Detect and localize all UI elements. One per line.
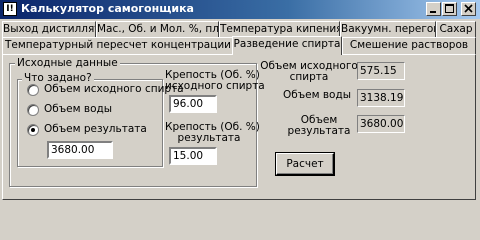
tab-vacuum-distillation[interactable]: Вакуумн. перегонка xyxy=(340,21,436,38)
window-title: Калькулятор самогонщика xyxy=(21,2,194,15)
strength-result-label-2: результата xyxy=(177,132,241,144)
radio-water-volume-label[interactable]: Объем воды xyxy=(44,103,112,115)
strength-source-input[interactable]: 96.00 xyxy=(169,95,217,113)
tab-mixing-solutions[interactable]: Смешение растворов xyxy=(342,37,476,54)
close-icon xyxy=(464,4,473,13)
calculate-button[interactable]: Расчет xyxy=(275,152,335,176)
radio-result-volume[interactable] xyxy=(27,124,39,136)
tab-panel: Исходные данные Что задано? Объем исходн… xyxy=(2,54,476,200)
tab-alcohol-dilution[interactable]: Разведение спирта xyxy=(232,36,342,55)
title-bar: I! Калькулятор самогонщика xyxy=(0,0,480,19)
minimize-button[interactable] xyxy=(426,2,441,16)
app-window: I! Калькулятор самогонщика Выход дистилл… xyxy=(0,0,480,203)
strength-source-label-2: исходного спирта xyxy=(165,80,265,92)
maximize-button[interactable] xyxy=(442,2,457,16)
water-volume-value: 3138.19 xyxy=(357,89,405,107)
radio-water-volume[interactable] xyxy=(27,104,39,116)
source-volume-value: 575.15 xyxy=(357,62,405,80)
source-data-title: Исходные данные xyxy=(15,57,120,69)
tab-mass-vol-mol[interactable]: Мас., Об. и Мол. %, плотн. xyxy=(96,21,219,38)
radio-source-volume-label[interactable]: Объем исходного спирта xyxy=(44,83,184,95)
radio-result-volume-label[interactable]: Объем результата xyxy=(44,123,147,135)
tab-temperature-recalc[interactable]: Температурный пересчет концентрации xyxy=(2,37,234,54)
maximize-icon xyxy=(445,4,454,13)
source-volume-label-2: спирта xyxy=(289,71,329,83)
tab-sugar[interactable]: Сахар xyxy=(436,21,476,38)
radio-selected-dot xyxy=(31,128,35,132)
strength-result-input[interactable]: 15.00 xyxy=(169,147,217,165)
app-icon[interactable]: I! xyxy=(3,2,17,16)
water-volume-label: Объем воды xyxy=(282,89,352,101)
result-volume-value: 3680.00 xyxy=(357,115,405,133)
close-button[interactable] xyxy=(461,2,476,16)
result-volume-label-2: результата xyxy=(287,125,351,137)
radio-source-volume[interactable] xyxy=(27,84,39,96)
tab-distillate-yield[interactable]: Выход дистиллята xyxy=(2,21,96,38)
given-volume-input[interactable]: 3680.00 xyxy=(47,141,113,159)
minimize-icon xyxy=(430,11,436,13)
